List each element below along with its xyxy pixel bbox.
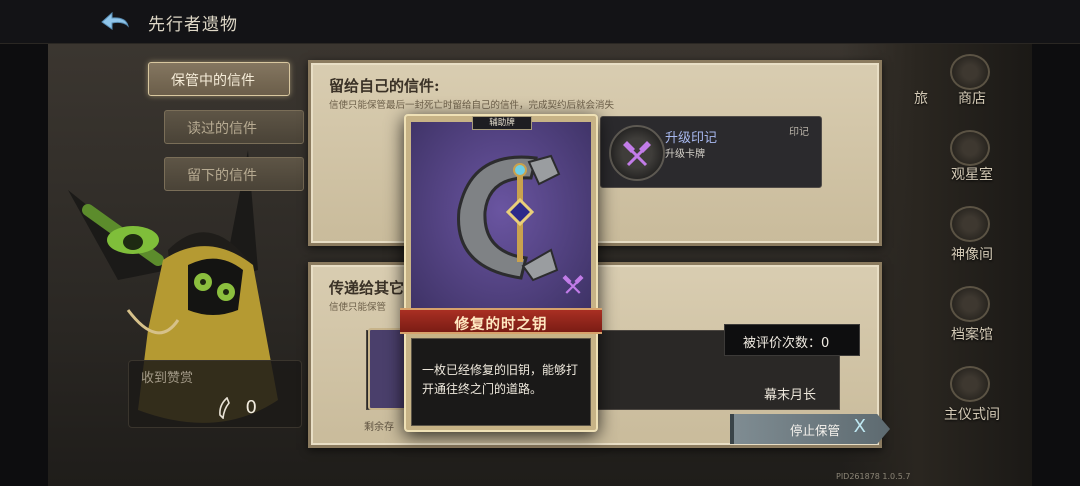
card-detail-popup[interactable]: 辅助牌 修复的时之钥 一枚已经修复的旧钥，能够打开通往终之门的道路。 — [400, 114, 602, 432]
stamp-name: 升级印记 — [665, 131, 718, 146]
nav-ritual-hall[interactable]: 主仪式间 — [936, 404, 1008, 424]
tab-label: 保管中的信件 — [171, 73, 255, 89]
card-name: 修复的时之钥 — [454, 316, 548, 333]
stamp-tag: 印记 — [789, 127, 809, 138]
panel-title: 留给自己的信件: — [329, 77, 440, 95]
card-description: 一枚已经修复的旧钥，能够打开通往终之门的道路。 — [422, 363, 579, 396]
remaining-label: 剩余存 — [364, 422, 394, 433]
top-bar: 先行者遗物 — [0, 0, 1080, 44]
ritual-hall-icon — [950, 366, 990, 402]
stop-button-label: 停止保管 — [790, 423, 841, 438]
nav-shop[interactable]: 商店 — [936, 88, 1008, 108]
archive-icon — [950, 286, 990, 322]
stamp-card[interactable]: 升级印记 升级卡牌 印记 — [600, 116, 822, 188]
card-description-box: 一枚已经修复的旧钥，能够打开通往终之门的道路。 — [411, 338, 591, 426]
close-icon: X — [853, 416, 866, 437]
card-name-banner: 修复的时之钥 — [400, 308, 602, 334]
version-label: PID261878 1.0.5.7 — [836, 472, 911, 481]
panel-description: 信使只能保管最后一封死亡时留给自己的信件，完成契约后就会消失 — [329, 100, 615, 111]
stop-storing-button[interactable]: 停止保管 X — [730, 414, 890, 444]
nav-archive[interactable]: 档案馆 — [936, 324, 1008, 344]
hammer-icon — [562, 275, 584, 294]
stamp-subtitle: 升级卡牌 — [665, 149, 705, 160]
tab-left-letters[interactable]: 留下的信件 — [164, 157, 304, 191]
tab-stored-letters[interactable]: 保管中的信件 — [148, 62, 290, 96]
feather-icon — [219, 397, 230, 419]
tab-label: 留下的信件 — [187, 168, 257, 184]
shop-icon — [950, 54, 990, 90]
back-arrow-icon[interactable] — [96, 8, 136, 36]
appreciation-box: 收到赞赏 0 — [128, 360, 302, 428]
appreciation-count: 0 — [245, 397, 257, 418]
stamp-emblem — [609, 125, 665, 181]
rating-count-badge: 被评价次数：0 — [724, 324, 860, 356]
tab-read-letters[interactable]: 读过的信件 — [164, 110, 304, 144]
hammer-icon — [623, 141, 651, 167]
letter-author: 幕末月长 — [764, 388, 817, 403]
nav-observatory[interactable]: 观星室 — [936, 164, 1008, 184]
appreciation-label: 收到赞赏 — [141, 371, 194, 386]
tab-label: 读过的信件 — [187, 121, 257, 137]
page-title: 先行者遗物 — [148, 15, 238, 35]
nav-statue-room[interactable]: 神像间 — [936, 244, 1008, 264]
crescent-key-icon — [457, 154, 561, 282]
card-type-label: 辅助牌 — [472, 116, 532, 130]
card-artwork — [411, 122, 591, 318]
panel-title: 传递给其它 — [329, 279, 405, 297]
observatory-icon — [950, 130, 990, 166]
statue-room-icon — [950, 206, 990, 242]
panel-description: 信使只能保管 — [329, 302, 387, 313]
